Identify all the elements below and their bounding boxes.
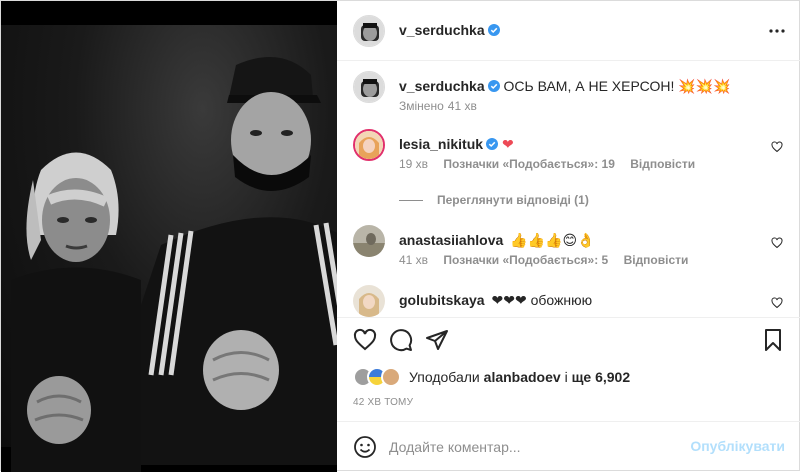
comment-text-line: lesia_nikituk ❤ xyxy=(399,135,514,153)
view-replies-line xyxy=(399,199,423,201)
author-name-wrap: v_serduchka xyxy=(399,22,500,38)
liker-avatar[interactable] xyxy=(381,367,401,387)
commenter-avatar[interactable] xyxy=(353,129,385,161)
commenter-avatar-image xyxy=(353,225,385,257)
comment-like-icon[interactable] xyxy=(771,141,783,153)
commenter-avatar[interactable] xyxy=(353,225,385,257)
verified-badge-icon xyxy=(486,138,499,150)
reply-button[interactable]: Відповісти xyxy=(624,253,689,267)
author-username[interactable]: v_serduchka xyxy=(399,22,485,38)
commenter-avatar-image xyxy=(355,131,383,159)
comment-text-line: golubitskaya ❤❤❤ обожнюю xyxy=(399,291,592,309)
caption-meta: Змінено 41 хв xyxy=(399,99,489,113)
publish-button[interactable]: Опублікувати xyxy=(690,438,785,454)
heart-icon[interactable] xyxy=(353,328,377,352)
person-left-figure xyxy=(11,152,141,472)
post-details-panel: v_serduchka v_serduchka ОСЬ ВАМ, А НЕ ХЕ… xyxy=(337,1,800,472)
view-replies-label: Переглянути відповіді (1) xyxy=(437,193,589,207)
post-timestamp[interactable]: 42 ХВ ТОМУ xyxy=(353,397,413,408)
caption-text: ОСЬ ВАМ, А НЕ ХЕРСОН! 💥💥💥 xyxy=(503,78,731,94)
share-icon[interactable] xyxy=(425,328,449,352)
caption-avatar-image xyxy=(354,72,384,102)
add-comment-bar: Опублікувати xyxy=(337,421,800,472)
post-actions-bar xyxy=(337,317,800,357)
author-avatar[interactable] xyxy=(353,15,385,47)
comments-list: v_serduchka ОСЬ ВАМ, А НЕ ХЕРСОН! 💥💥💥 Зм… xyxy=(337,61,800,317)
caption-text-line: v_serduchka ОСЬ ВАМ, А НЕ ХЕРСОН! 💥💥💥 xyxy=(399,77,731,95)
comment-like-icon[interactable] xyxy=(771,237,783,249)
caption-username[interactable]: v_serduchka xyxy=(399,78,485,94)
photo-content xyxy=(1,25,337,472)
comment-meta: 19 хв Позначки «Подобається»: 19 Відпові… xyxy=(399,157,707,171)
bookmark-icon[interactable] xyxy=(761,328,785,352)
caption-avatar[interactable] xyxy=(353,71,385,103)
comment-input[interactable] xyxy=(389,436,689,458)
likes-text: Уподобали alanbadoev і ще 6,902 xyxy=(409,369,630,385)
likes-count[interactable]: ще 6,902 xyxy=(572,369,631,385)
comment-icon[interactable] xyxy=(389,328,413,352)
likes-prefix: Уподобали xyxy=(409,369,480,385)
verified-badge-icon xyxy=(487,24,500,36)
comment-likes[interactable]: Позначки «Подобається»: 19 xyxy=(443,157,614,171)
edited-time[interactable]: 41 хв xyxy=(448,99,477,113)
author-avatar-image xyxy=(354,16,384,46)
comment-username[interactable]: golubitskaya xyxy=(399,292,485,308)
comment-like-icon[interactable] xyxy=(771,297,783,309)
reply-button[interactable]: Відповісти xyxy=(630,157,695,171)
comment-text: ❤❤❤ обожнюю xyxy=(491,292,593,308)
comment-text: 👍👍👍😊👌 xyxy=(510,232,595,248)
comment-likes[interactable]: Позначки «Подобається»: 5 xyxy=(443,253,608,267)
comment-text-line: anastasiiahlova 👍👍👍😊👌 xyxy=(399,231,595,249)
caption-row: v_serduchka ОСЬ ВАМ, А НЕ ХЕРСОН! 💥💥💥 Зм… xyxy=(353,71,785,123)
comment-text: ❤ xyxy=(501,136,514,152)
comment-time[interactable]: 19 хв xyxy=(399,157,428,171)
commenter-avatar-image xyxy=(353,285,385,317)
comment-row: lesia_nikituk ❤ 19 хв Позначки «Подобаєт… xyxy=(353,129,785,173)
more-icon[interactable] xyxy=(769,25,785,37)
person-right-figure xyxy=(141,57,337,465)
comment-username[interactable]: anastasiiahlova xyxy=(399,232,503,248)
post-header: v_serduchka xyxy=(337,1,800,61)
post-dialog: v_serduchka v_serduchka ОСЬ ВАМ, А НЕ ХЕ… xyxy=(0,0,800,472)
likes-summary: Уподобали alanbadoev і ще 6,902 xyxy=(353,365,793,389)
likes-user[interactable]: alanbadoev xyxy=(484,369,561,385)
comment-meta: 41 хв Позначки «Подобається»: 5 Відповіс… xyxy=(399,253,700,267)
likes-suffix: і xyxy=(564,369,568,385)
comment-username[interactable]: lesia_nikituk xyxy=(399,136,483,152)
comment-row: golubitskaya ❤❤❤ обожнюю xyxy=(353,285,785,317)
comment-row: anastasiiahlova 👍👍👍😊👌 41 хв Позначки «По… xyxy=(353,225,785,269)
commenter-avatar[interactable] xyxy=(353,285,385,317)
emoji-icon[interactable] xyxy=(353,435,377,459)
post-photo[interactable] xyxy=(1,1,337,472)
verified-badge-icon xyxy=(487,80,500,92)
comment-time[interactable]: 41 хв xyxy=(399,253,428,267)
edited-label: Змінено xyxy=(399,99,444,113)
view-replies-button[interactable]: Переглянути відповіді (1) xyxy=(399,191,589,207)
